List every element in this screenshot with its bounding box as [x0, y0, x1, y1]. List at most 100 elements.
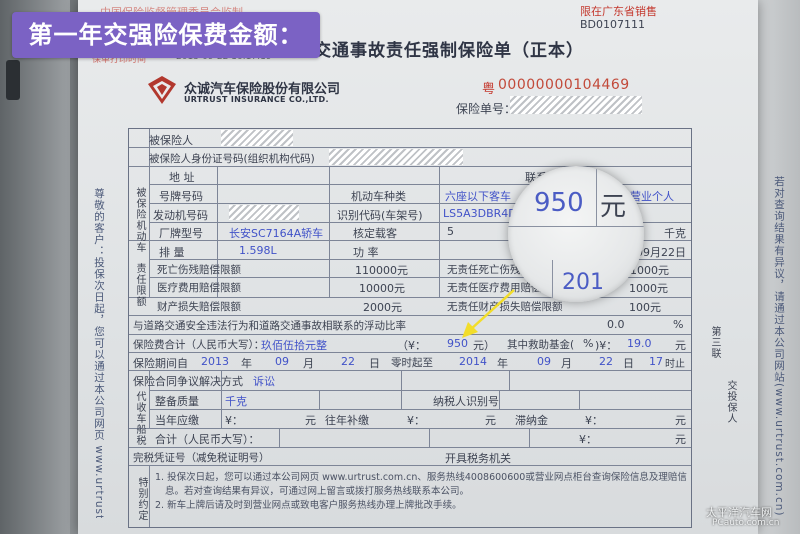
vehicle-type-value: 六座以下客车: [445, 190, 511, 203]
current-tax-close: 元: [305, 414, 316, 427]
pen-clip: [6, 60, 20, 100]
end-hour: 17: [649, 355, 663, 368]
curb-label: 整备质量: [155, 395, 199, 408]
fund-value: 19.0: [627, 337, 652, 350]
displacement-label: 排 量: [159, 246, 185, 259]
curb-value: 千克: [225, 395, 247, 408]
limit-medical-value: 10000元: [359, 282, 405, 295]
policy-number: 00000000104469: [498, 77, 630, 93]
doc-title: 交通事故责任强制保险单（正本）: [314, 41, 584, 61]
seats-value: 5: [447, 225, 454, 238]
note-line-2: 息。若对查询结果有异议，可通过网上留言或拨打服务热线联系本公司。: [165, 486, 470, 497]
address-label: 地 址: [169, 171, 195, 184]
note-line-1: 1. 投保次日起，您可以通过本公司网页 www.urtrust.com.cn、服…: [155, 472, 687, 483]
end-day: 22: [599, 355, 613, 368]
fund-pct: %: [583, 337, 594, 350]
model-value: 长安SC7164A轿车: [229, 227, 324, 240]
magnifier-lens: 950 元 201: [508, 166, 644, 302]
limit-medical-label: 医疗费用赔偿限额: [157, 282, 241, 294]
right-margin-text: 若对查询结果有异议，请通过本公司网站(www.urtrust.com.cn)服务…: [773, 176, 785, 516]
tax-cert-label: 完税凭证号（减免税证明号）: [133, 452, 270, 464]
tax-section-label: 代收车船税: [134, 391, 145, 446]
magnified-below-value: 201: [562, 270, 604, 295]
tax-total-close: 元: [675, 433, 686, 446]
limit-property-label: 财产损失赔偿限额: [157, 301, 241, 313]
copy-number: 第三联: [709, 326, 720, 359]
float-rate-value: 0.0: [607, 318, 625, 331]
start-year: 2013: [201, 355, 229, 368]
weight-unit: 千克: [664, 227, 686, 240]
vin-label: 识别代码(车架号): [337, 209, 423, 222]
late-fee-label: 滞纳金: [515, 414, 548, 427]
late-fee-open: ¥：: [585, 414, 603, 427]
serial-code: BD0107111: [580, 18, 646, 31]
watermark-site: PCauto.com.cn: [712, 518, 780, 528]
late-fee-close: 元: [675, 414, 686, 427]
past-tax-open: ¥：: [407, 414, 425, 427]
period-label: 保险期间自: [133, 357, 188, 370]
redacted-insured: [221, 130, 293, 146]
plate-label: 号牌号码: [159, 190, 203, 203]
vehicle-type-label: 机动车种类: [351, 190, 406, 203]
title-banner: 第一年交强险保费金额：: [12, 12, 320, 58]
tax-office-label: 开具税务机关: [445, 452, 511, 465]
company-name-en: URTRUST INSURANCE CO.,LTD.: [184, 95, 329, 104]
right-attached-sheet: 若对查询结果有异议，请通过本公司网站(www.urtrust.com.cn)服务…: [758, 0, 800, 534]
start-day-unit: 日: [369, 357, 380, 370]
fund-suffix: )¥：: [595, 339, 618, 352]
insured-label: 被保险人: [149, 134, 193, 147]
redacted-policy-no: [510, 96, 642, 114]
zero-hour-label: 零时起至: [391, 357, 433, 369]
start-day: 22: [341, 355, 355, 368]
magnified-value: 950: [534, 188, 584, 218]
end-hour-unit: 时止: [665, 359, 685, 370]
end-month: 09: [537, 355, 551, 368]
past-tax-close: 元: [485, 414, 496, 427]
policy-no-label: 保险单号：: [456, 102, 517, 116]
model-label: 厂牌型号: [159, 227, 203, 240]
id-label: 被保险人身份证号码(组织机构代码): [149, 153, 315, 165]
premium-total-label: 保险费合计（人民币大写）：: [133, 339, 265, 351]
power-label: 功 率: [353, 246, 379, 259]
premium-total-words: 玖佰伍拾元整: [261, 339, 327, 352]
start-year-unit: 年: [241, 357, 252, 370]
special-terms-label: 特别约定: [136, 477, 147, 521]
region-limit: 限在广东省销售: [580, 5, 657, 18]
dispute-value: 诉讼: [253, 375, 275, 388]
limit-death-label: 死亡伤残赔偿限额: [157, 264, 241, 276]
vehicle-section-label: 被保险机动车: [134, 187, 145, 253]
left-margin-text: 尊敬的客户：投保次日起，您可以通过本公司网页 www.urtrust.com.c…: [93, 188, 105, 518]
company-logo-icon: [146, 74, 178, 106]
end-day-unit: 日: [623, 357, 634, 370]
past-tax-label: 往年补缴: [325, 414, 369, 427]
end-year-unit: 年: [497, 357, 508, 370]
magnified-unit: 元: [600, 192, 627, 222]
liability-section-label: 责任限额: [134, 263, 145, 307]
nofault-property-value: 100元: [629, 301, 661, 314]
limit-death-value: 110000元: [355, 264, 408, 277]
copy-note: 交投保人: [725, 380, 736, 424]
tax-total-open: ¥：: [579, 433, 597, 446]
end-month-unit: 月: [561, 357, 572, 370]
displacement-value: 1.598L: [239, 244, 277, 257]
end-year: 2014: [459, 355, 487, 368]
tax-total-label: 合计（人民币大写）：: [155, 433, 260, 446]
dispute-label: 保险合同争议解决方式: [133, 375, 243, 388]
current-tax-open: ¥：: [225, 414, 243, 427]
redacted-engine: [229, 205, 299, 220]
float-rate-percent: %: [673, 318, 684, 331]
photo-stage: 若对查询结果有异议，请通过本公司网站(www.urtrust.com.cn)服务…: [0, 0, 800, 534]
yellow-arrow-icon: [462, 289, 515, 338]
current-tax-label: 当年应缴: [155, 414, 199, 427]
note-line-3: 2. 新车上牌后请及时到营业网点或致电客户服务热线办理上牌批改手续。: [155, 500, 462, 511]
redacted-id: [329, 149, 463, 165]
limit-property-value: 2000元: [363, 301, 402, 314]
taxpayer-label: 纳税人识别号: [433, 395, 499, 408]
fund-unit: 元: [675, 339, 686, 352]
left-background: [0, 0, 70, 534]
nofault-medical-value: 1000元: [629, 282, 668, 295]
engine-label: 发动机号码: [153, 209, 208, 222]
seats-label: 核定载客: [353, 227, 397, 240]
start-month: 09: [275, 355, 289, 368]
start-month-unit: 月: [303, 357, 314, 370]
